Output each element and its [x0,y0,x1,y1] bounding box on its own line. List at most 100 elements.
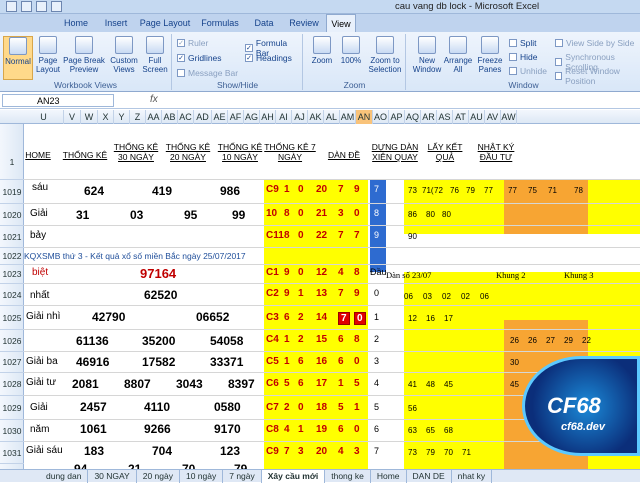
col-header-v[interactable]: V [64,110,81,124]
col-header-w[interactable]: W [81,110,98,124]
row-header-1028[interactable]: 1028 [0,373,24,396]
col-header-ag[interactable]: AG [244,110,260,124]
full-screen-button[interactable]: Full Screen [141,36,169,74]
header-link-3[interactable]: THỐNG KÊ 30 NGÀY [110,142,162,162]
header-link-9[interactable]: LẤY KẾT QUẢ [422,142,468,162]
col-header-ar[interactable]: AR [421,110,437,124]
row-header-1024[interactable]: 1024 [0,284,24,306]
row-header-1020[interactable]: 1020 [0,204,24,226]
header-link-8[interactable]: DỰNG DÀN XIÊN QUAY [369,142,421,162]
tab-formulas[interactable]: Formulas [194,14,246,32]
col-header-at[interactable]: AT [453,110,469,124]
new-window-button[interactable]: New Window [411,36,443,74]
arrange-all-button[interactable]: Arrange All [443,36,473,74]
logo-site: cf68.dev [561,421,606,433]
row-header-1019[interactable]: 1019 [0,180,24,204]
row-header-1030[interactable]: 1030 [0,420,24,442]
sheet-tab-1[interactable]: dung dan [40,470,89,483]
row-header-1029[interactable]: 1029 [0,396,24,420]
col-header-av[interactable]: AV [485,110,501,124]
save-icon[interactable] [21,1,32,12]
sheet-tab-8[interactable]: Home [371,470,407,483]
zoom-button[interactable]: Zoom [308,36,336,65]
header-link-2[interactable]: THỐNG KÊ [60,150,110,160]
header-link-10[interactable]: NHẬT KÝ ĐẦU TƯ [472,142,520,162]
col-header-am[interactable]: AM [340,110,356,124]
custom-views-button[interactable]: Custom Views [108,36,140,74]
sheet-nav-buttons[interactable] [0,470,40,482]
col-header-ai[interactable]: AI [276,110,292,124]
header-link-6[interactable]: THỐNG KÊ 7 NGÀY [264,142,316,162]
redo-icon[interactable] [51,1,62,12]
khung-3-label: Khung 3 [564,270,594,280]
sheet-tab-4[interactable]: 10 ngày [180,470,224,483]
header-link-4[interactable]: THỐNG KÊ 20 NGÀY [162,142,214,162]
sheet-tab-3[interactable]: 20 ngày [137,470,180,483]
undo-icon[interactable] [36,1,47,12]
tab-page-layout[interactable]: Page Layout [136,14,194,32]
sheet-tab-5[interactable]: 7 ngày [223,470,262,483]
page-break-preview-button[interactable]: Page Break Preview [62,36,106,74]
headings-checkbox[interactable]: ✓ Headings [245,53,292,63]
sheet-tab-9[interactable]: DAN DE [407,470,452,483]
name-box[interactable]: AN23 [2,94,114,107]
sheet-tab-7[interactable]: thong ke [325,470,371,483]
fx-icon[interactable]: fx [150,94,158,105]
split-button[interactable]: Split [509,38,537,48]
header-link-7[interactable]: DÀN ĐỀ [322,150,366,160]
col-header-af[interactable]: AF [228,110,244,124]
row-header-1026[interactable]: 1026 [0,330,24,352]
row-header-1022[interactable]: 1022 [0,248,24,265]
row-header-1031[interactable]: 1031 [0,442,24,464]
col-header-ah[interactable]: AH [260,110,276,124]
tab-review[interactable]: Review [282,14,326,32]
office-button-icon[interactable] [6,1,17,12]
hide-button[interactable]: Hide [509,52,537,62]
header-link-1[interactable]: HOME [24,150,52,160]
message-bar-checkbox[interactable]: Message Bar [177,68,238,78]
col-header-ab[interactable]: AB [162,110,178,124]
unhide-button[interactable]: Unhide [509,66,547,76]
gridlines-checkbox[interactable]: ✓ Gridlines [177,53,222,63]
tab-home[interactable]: Home [56,14,96,32]
row-header-1021[interactable]: 1021 [0,226,24,248]
col-header-ac[interactable]: AC [178,110,194,124]
sheet-tab-6[interactable]: Xây cầu mới [261,470,326,483]
page-layout-view-button[interactable]: Page Layout [35,36,61,74]
ruler-checkbox[interactable]: ✓ Ruler [177,38,208,48]
col-header-an[interactable]: AN [356,110,373,124]
cau-cell: 5 [338,402,344,413]
row-header-1025[interactable]: 1025 [0,306,24,330]
col-header-x[interactable]: X [98,110,114,124]
sheet-tab-10[interactable]: nhat ky [452,470,493,483]
header-link-5[interactable]: THỐNG KÊ 10 NGÀY [214,142,266,162]
col-header-u[interactable]: U [24,110,64,124]
row-header-1023[interactable]: 1023 [0,265,24,284]
col-header-y[interactable]: Y [114,110,130,124]
row-header-1027[interactable]: 1027 [0,352,24,373]
tab-data[interactable]: Data [246,14,282,32]
view-side-by-side-button[interactable]: View Side by Side [555,38,634,48]
row-header-1[interactable]: 1 [0,124,24,180]
col-header-as[interactable]: AS [437,110,453,124]
col-header-ap[interactable]: AP [389,110,405,124]
freeze-panes-button[interactable]: Freeze Panes [474,36,506,74]
col-header-aw[interactable]: AW [501,110,517,124]
col-header-ae[interactable]: AE [212,110,228,124]
tab-view[interactable]: View [326,14,356,32]
col-header-aq[interactable]: AQ [405,110,421,124]
zoom-100-button[interactable]: 100% [338,36,364,65]
col-header-au[interactable]: AU [469,110,485,124]
tab-insert[interactable]: Insert [96,14,136,32]
sheet-tab-2[interactable]: 30 NGAY [88,470,137,483]
zoom-to-selection-button[interactable]: Zoom to Selection [366,36,404,74]
col-header-z[interactable]: Z [130,110,146,124]
normal-view-button[interactable]: Normal [3,36,33,80]
col-header-ao[interactable]: AO [373,110,389,124]
col-header-ad[interactable]: AD [194,110,212,124]
col-header-al[interactable]: AL [324,110,340,124]
col-header-aa[interactable]: AA [146,110,162,124]
col-header-ak[interactable]: AK [308,110,324,124]
col-header-aj[interactable]: AJ [292,110,308,124]
cau-cell: 0 [354,424,360,435]
